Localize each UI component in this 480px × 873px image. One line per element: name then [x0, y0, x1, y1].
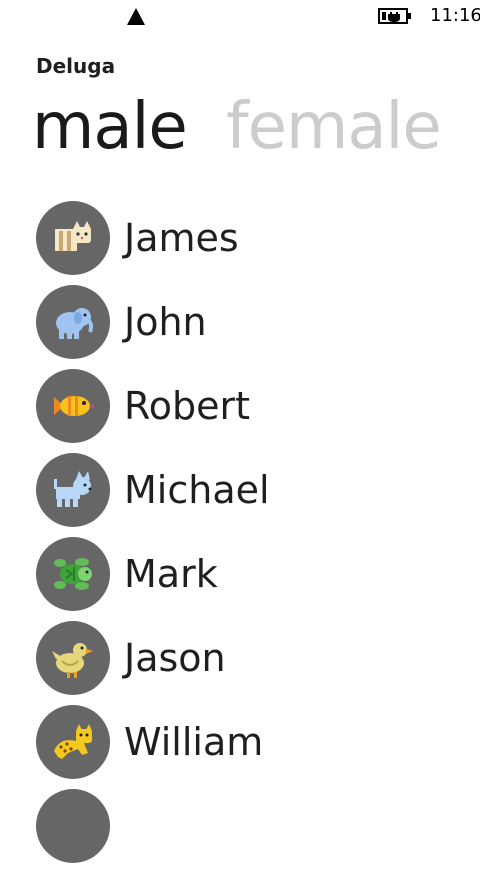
list-item[interactable]: John	[36, 285, 480, 369]
avatar	[36, 537, 110, 611]
avatar	[36, 621, 110, 695]
list-item[interactable]: Mark	[36, 537, 480, 621]
avatar	[36, 705, 110, 779]
list-item[interactable]	[36, 789, 480, 873]
name-label: Robert	[124, 384, 250, 428]
list-item[interactable]: William	[36, 705, 480, 789]
avatar	[36, 369, 110, 443]
pivot-item-female[interactable]: female	[226, 84, 442, 170]
name-label: Mark	[124, 552, 218, 596]
pivot-header: male female	[32, 84, 461, 170]
name-label: Michael	[124, 468, 270, 512]
avatar	[36, 789, 110, 863]
elephant-icon	[56, 308, 94, 339]
status-bar: 11:16	[0, 0, 480, 32]
avatar	[36, 453, 110, 527]
name-label: Jason	[124, 636, 226, 680]
list-item[interactable]: Jason	[36, 621, 480, 705]
avatar	[36, 285, 110, 359]
list-item[interactable]: Michael	[36, 453, 480, 537]
avatar	[36, 201, 110, 275]
name-label: William	[124, 720, 264, 764]
list-item[interactable]: James	[36, 201, 480, 285]
duck-icon	[52, 643, 93, 678]
clock: 11:16	[430, 5, 480, 26]
app-title: Deluga	[36, 54, 116, 78]
name-label: John	[124, 300, 207, 344]
fish-icon	[54, 396, 94, 416]
dog-icon	[54, 471, 92, 507]
name-label: James	[124, 216, 239, 260]
pivot-item-male[interactable]: male	[32, 84, 188, 170]
name-list: James John Robert Michael Mark Jason Wil…	[36, 201, 480, 873]
leopard-icon	[54, 724, 92, 759]
signal-icon	[127, 8, 145, 25]
list-item[interactable]: Robert	[36, 369, 480, 453]
battery-charging-icon	[378, 8, 411, 24]
cat-icon	[55, 221, 91, 251]
turtle-icon	[54, 558, 92, 590]
